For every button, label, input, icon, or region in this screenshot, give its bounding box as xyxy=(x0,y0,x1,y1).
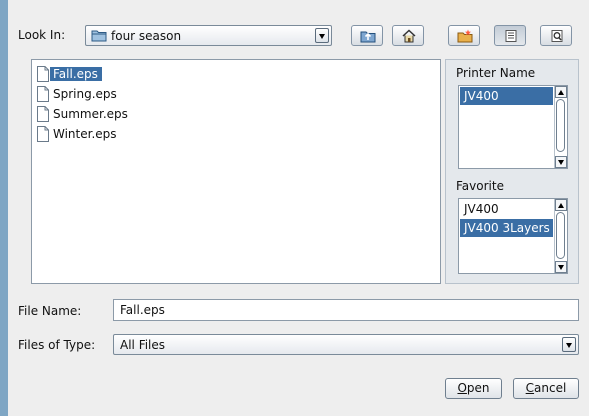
folder-up-icon xyxy=(360,31,376,43)
look-in-value: four season xyxy=(111,29,182,43)
file-item-spring[interactable]: Spring.eps xyxy=(36,86,121,102)
file-icon xyxy=(37,126,49,142)
file-chooser-dialog: Look In: four season Fall.eps Spring.eps… xyxy=(8,0,589,416)
file-name-field[interactable] xyxy=(113,299,579,321)
favorite-label: Favorite xyxy=(456,179,504,193)
file-icon xyxy=(37,66,49,82)
file-name-input[interactable] xyxy=(114,300,578,320)
printer-panel: Printer Name JV400 Favorite JV400 JV400 … xyxy=(445,59,579,284)
file-icon xyxy=(37,106,49,122)
printer-name-label: Printer Name xyxy=(456,66,536,80)
cancel-button[interactable]: Cancel xyxy=(513,378,579,399)
files-of-type-combo[interactable]: All Files xyxy=(113,334,579,355)
open-label-rest: pen xyxy=(466,381,490,395)
details-view-button[interactable] xyxy=(540,25,572,46)
open-mnemonic: O xyxy=(457,381,467,395)
file-item-fall[interactable]: Fall.eps xyxy=(36,66,102,82)
file-name-text: Winter.eps xyxy=(53,127,117,141)
scroll-up-icon[interactable] xyxy=(555,86,567,98)
look-in-label: Look In: xyxy=(18,28,66,42)
list-view-icon xyxy=(505,30,517,42)
favorite-item[interactable]: JV400 xyxy=(460,200,553,218)
printer-item[interactable]: JV400 xyxy=(460,87,553,105)
scroll-up-icon[interactable] xyxy=(555,199,567,211)
printer-list[interactable]: JV400 xyxy=(458,85,568,169)
files-of-type-label: Files of Type: xyxy=(18,338,96,352)
new-folder-button[interactable] xyxy=(448,25,480,46)
favorite-list[interactable]: JV400 JV400 3Layers xyxy=(458,198,568,274)
folder-icon xyxy=(91,29,107,45)
home-button[interactable] xyxy=(392,25,424,46)
scroll-down-icon[interactable] xyxy=(555,261,567,273)
new-folder-icon xyxy=(457,29,473,43)
file-name-text: Summer.eps xyxy=(53,107,128,121)
file-icon xyxy=(37,86,49,102)
file-name-text: Fall.eps xyxy=(50,67,102,81)
file-item-summer[interactable]: Summer.eps xyxy=(36,106,132,122)
scroll-down-icon[interactable] xyxy=(555,156,567,168)
scroll-thumb[interactable] xyxy=(556,99,565,152)
details-view-icon xyxy=(551,30,563,42)
files-of-type-value: All Files xyxy=(120,338,166,352)
file-name-text: Spring.eps xyxy=(53,87,117,101)
favorite-item-selected[interactable]: JV400 3Layers xyxy=(460,219,553,237)
file-name-label: File Name: xyxy=(18,304,82,318)
favorite-scrollbar[interactable] xyxy=(554,199,567,273)
file-list[interactable]: Fall.eps Spring.eps Summer.eps Winter.ep… xyxy=(31,59,441,284)
up-one-level-button[interactable] xyxy=(351,25,383,46)
printer-scrollbar[interactable] xyxy=(554,86,567,168)
file-item-winter[interactable]: Winter.eps xyxy=(36,126,121,142)
look-in-combo[interactable]: four season xyxy=(85,25,332,46)
cancel-mnemonic: C xyxy=(525,381,535,395)
chevron-down-icon[interactable] xyxy=(562,337,576,352)
home-icon xyxy=(402,29,416,43)
open-button[interactable]: Open xyxy=(445,378,502,399)
cancel-label-rest: ancel xyxy=(534,381,567,395)
chevron-down-icon[interactable] xyxy=(315,28,329,43)
list-view-button[interactable] xyxy=(494,25,526,46)
scroll-thumb[interactable] xyxy=(556,212,565,259)
